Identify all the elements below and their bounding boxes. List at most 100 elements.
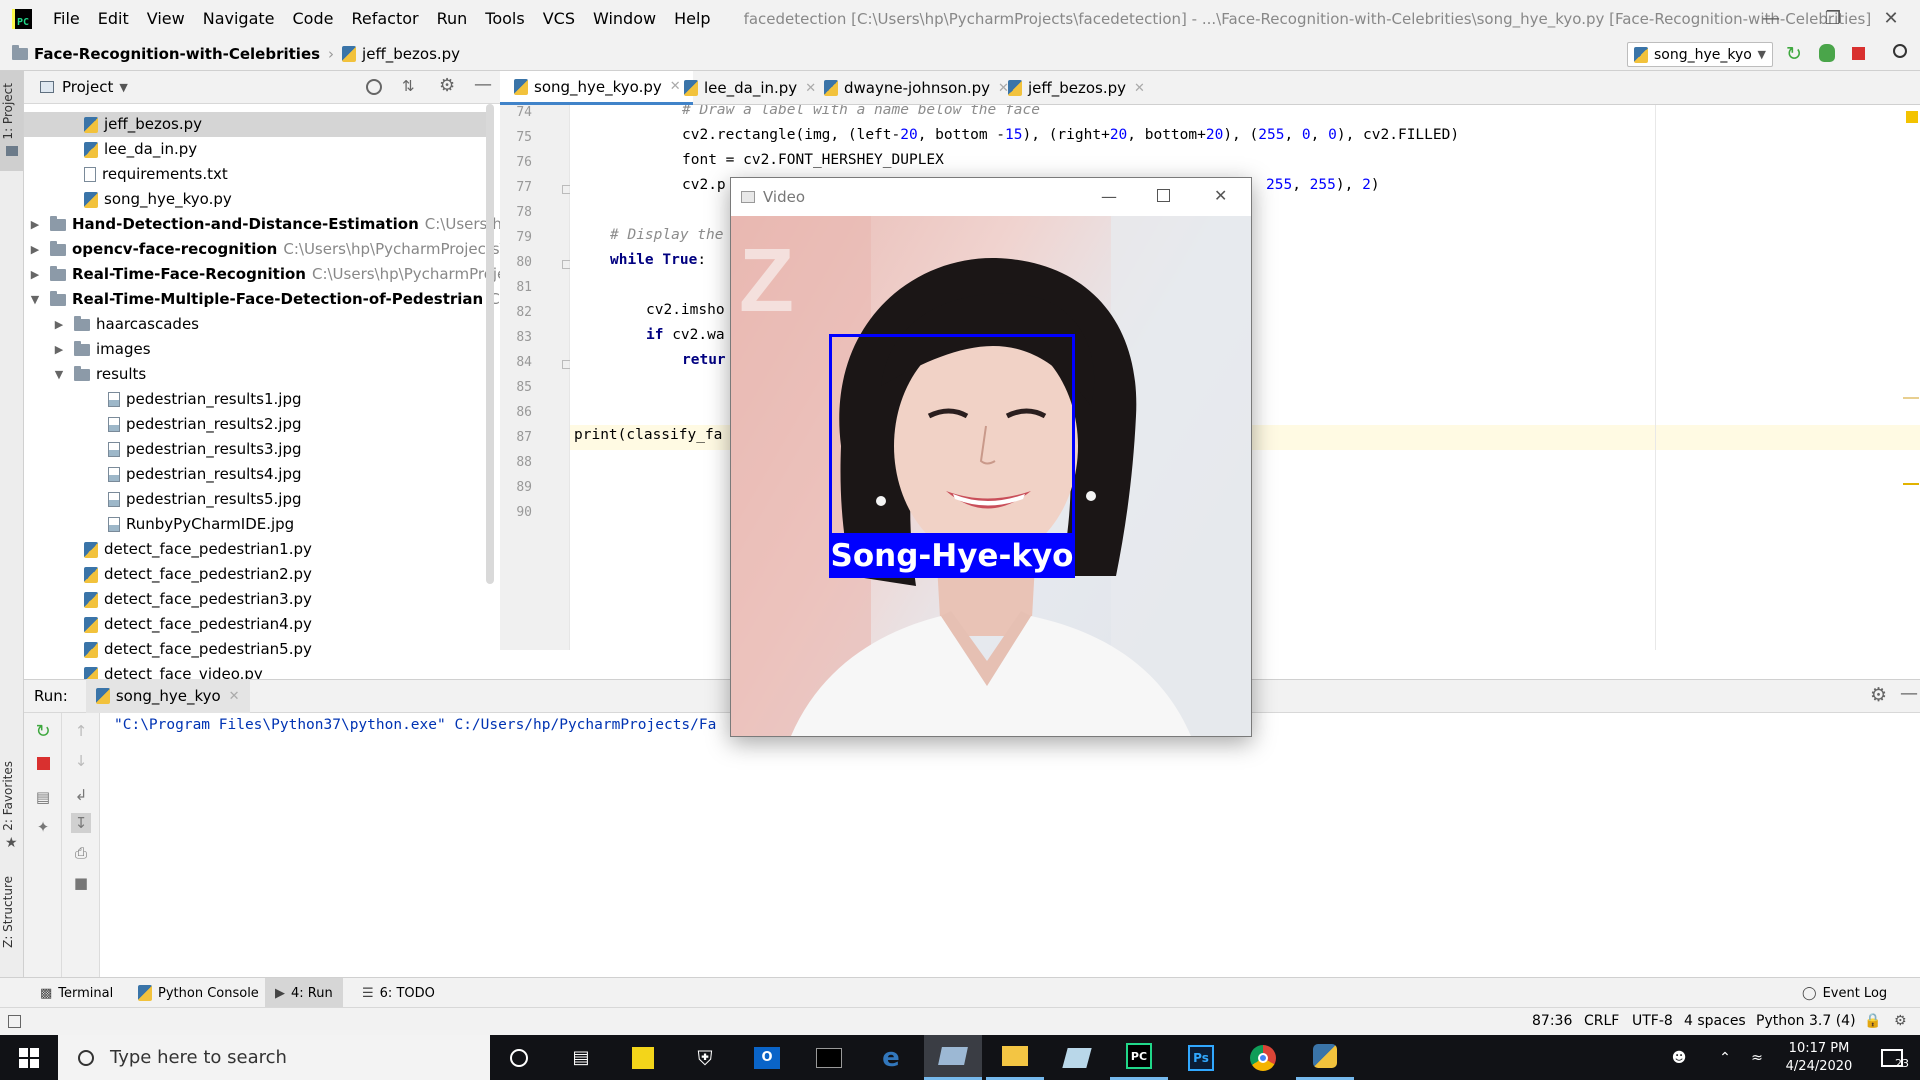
minimize-icon[interactable]: — <box>1101 187 1117 206</box>
tree-folder-pedestrian[interactable]: ▼ Real-Time-Multiple-Face-Detection-of-Pe… <box>28 287 500 312</box>
favorites-tool-tab[interactable]: 2: Favorites <box>1 761 15 831</box>
menu-help[interactable]: Help <box>665 0 719 37</box>
tab-lee-da-in[interactable]: lee_da_in.py ✕ <box>670 71 828 105</box>
menu-tools[interactable]: Tools <box>476 0 533 37</box>
rerun-icon[interactable]: ↻ <box>1786 43 1802 65</box>
arrow-up-icon[interactable]: ↑ <box>71 721 91 741</box>
scroll-to-end-icon[interactable]: ↧ <box>71 813 91 833</box>
gear-icon[interactable]: ⚙ <box>1870 684 1887 706</box>
chevron-right-icon[interactable]: ▶ <box>28 237 42 262</box>
menu-window[interactable]: Window <box>584 0 665 37</box>
tree-item-jeff-bezos[interactable]: jeff_bezos.py <box>84 112 202 137</box>
run-configuration-select[interactable]: song_hye_kyo ▼ <box>1627 42 1773 67</box>
taskbar-search-box[interactable]: Type here to search <box>58 1035 490 1080</box>
search-icon[interactable] <box>1893 44 1907 58</box>
tree-folder-images[interactable]: ▶ images <box>52 337 151 362</box>
notification-center-icon[interactable]: 23 <box>1870 1035 1914 1080</box>
collapse-all-icon[interactable]: ⇅ <box>402 77 415 95</box>
tree-scrollbar[interactable] <box>486 104 494 584</box>
stop-icon[interactable] <box>1852 47 1865 60</box>
run-tool-tab[interactable]: ▶ 4: Run <box>265 978 343 1008</box>
chevron-down-icon[interactable]: ▼ <box>119 81 127 94</box>
tree-item-pedestrian-results1[interactable]: pedestrian_results1.jpg <box>108 387 302 412</box>
python-icon[interactable] <box>1296 1035 1354 1080</box>
video-window-titlebar[interactable]: Video — ✕ <box>731 178 1251 216</box>
inspector-icon[interactable]: ⚙ <box>1894 1013 1907 1029</box>
tree-item-song-hye-kyo[interactable]: song_hye_kyo.py <box>84 187 232 212</box>
maximize-icon[interactable] <box>1157 189 1170 202</box>
inspection-warning-icon[interactable] <box>1906 111 1918 123</box>
python-console-tab[interactable]: Python Console <box>128 978 269 1008</box>
debug-icon[interactable] <box>1819 44 1835 62</box>
soft-wrap-icon[interactable]: ↲ <box>71 785 91 805</box>
outlook-icon[interactable]: O <box>738 1035 796 1080</box>
caret-position[interactable]: 87:36 <box>1532 1013 1572 1029</box>
menu-file[interactable]: File <box>44 0 89 37</box>
stop-icon[interactable] <box>33 753 53 773</box>
tree-folder-results[interactable]: ▼ results <box>52 362 147 387</box>
trash-icon[interactable]: ■ <box>71 873 91 893</box>
menu-edit[interactable]: Edit <box>89 0 138 37</box>
close-icon[interactable]: ✕ <box>229 689 240 704</box>
pin-icon[interactable]: ✦ <box>33 817 53 837</box>
chevron-up-icon[interactable]: ⌃ <box>1712 1035 1738 1080</box>
breadcrumb-project[interactable]: Face-Recognition-with-Celebrities <box>34 45 320 63</box>
print-icon[interactable]: ⎙ <box>71 843 91 863</box>
menu-vcs[interactable]: VCS <box>534 0 584 37</box>
edge-icon[interactable]: e <box>862 1035 920 1080</box>
tree-folder-haarcascades[interactable]: ▶ haarcascades <box>52 312 199 337</box>
terminal-tab[interactable]: ▩ Terminal <box>30 978 123 1008</box>
tab-jeff-bezos[interactable]: jeff_bezos.py ✕ <box>994 71 1157 105</box>
tab-song-hye-kyo[interactable]: song_hye_kyo.py ✕ <box>500 71 693 105</box>
people-icon[interactable]: ☻ <box>1662 1035 1696 1080</box>
tree-folder-hand-detection[interactable]: ▶ Hand-Detection-and-Distance-Estimation C… <box>28 212 500 237</box>
chevron-right-icon[interactable]: ▶ <box>52 337 66 362</box>
structure-tool-tab[interactable]: Z: Structure <box>1 876 15 948</box>
chevron-down-icon[interactable]: ▼ <box>28 287 42 312</box>
windows-start-icon[interactable] <box>0 1035 58 1080</box>
close-icon[interactable]: ✕ <box>1868 0 1914 37</box>
locate-icon[interactable] <box>366 79 382 95</box>
hide-icon[interactable]: — <box>474 74 492 95</box>
chevron-down-icon[interactable]: ▼ <box>52 362 66 387</box>
chevron-right-icon[interactable]: ▶ <box>28 212 42 237</box>
chevron-right-icon[interactable]: ▶ <box>52 312 66 337</box>
rerun-icon[interactable]: ↻ <box>33 721 53 742</box>
gear-icon[interactable]: ⚙ <box>439 75 455 96</box>
breadcrumb-file[interactable]: jeff_bezos.py <box>362 45 460 63</box>
tree-item-requirements[interactable]: requirements.txt <box>84 162 228 187</box>
lock-icon[interactable]: 🔒 <box>1864 1013 1881 1029</box>
menu-run[interactable]: Run <box>428 0 477 37</box>
layout-toggle-icon[interactable] <box>8 1015 21 1028</box>
paper-icon[interactable] <box>1048 1035 1106 1080</box>
python-interpreter[interactable]: Python 3.7 (4) <box>1756 1013 1856 1029</box>
clock[interactable]: 10:17 PM 4/24/2020 <box>1774 1035 1864 1080</box>
video-window[interactable]: Video — ✕ Z Song-Hye-kyo <box>730 177 1252 737</box>
wifi-icon[interactable]: ≈ <box>1742 1035 1772 1080</box>
minimize-icon[interactable]: — <box>1748 0 1794 37</box>
tree-item-pedestrian-results4[interactable]: pedestrian_results4.jpg <box>108 462 302 487</box>
menu-navigate[interactable]: Navigate <box>194 0 284 37</box>
event-log-tab[interactable]: ◯ Event Log <box>1792 978 1897 1008</box>
task-view-icon[interactable]: ▤ <box>552 1035 610 1080</box>
pycharm-icon[interactable]: PC <box>1110 1035 1168 1080</box>
close-icon[interactable]: ✕ <box>1214 186 1227 205</box>
run-tab[interactable]: song_hye_kyo ✕ <box>85 679 250 713</box>
indentation[interactable]: 4 spaces <box>1684 1013 1746 1029</box>
tree-item-pedestrian-results5[interactable]: pedestrian_results5.jpg <box>108 487 302 512</box>
file-explorer-icon[interactable] <box>986 1035 1044 1080</box>
menu-view[interactable]: View <box>138 0 194 37</box>
tree-item-lee-da-in[interactable]: lee_da_in.py <box>84 137 197 162</box>
layout-icon[interactable]: ▤ <box>33 787 53 807</box>
tree-item-pedestrian-results2[interactable]: pedestrian_results2.jpg <box>108 412 302 437</box>
tree-item-pedestrian-results3[interactable]: pedestrian_results3.jpg <box>108 437 302 462</box>
cortana-icon[interactable] <box>490 1035 548 1080</box>
tree-folder-real-time-face[interactable]: ▶ Real-Time-Face-Recognition C:\Users\hp\P… <box>28 262 500 287</box>
line-separator[interactable]: CRLF <box>1584 1013 1619 1029</box>
hide-icon[interactable]: — <box>1900 683 1918 704</box>
tree-item-detect-face-video[interactable]: detect_face_video.py <box>84 662 263 679</box>
chrome-icon[interactable] <box>1234 1035 1292 1080</box>
terminal-icon[interactable] <box>800 1035 858 1080</box>
arrow-down-icon[interactable]: ↓ <box>71 751 91 771</box>
run-console[interactable]: "C:\Program Files\Python37\python.exe" C… <box>100 713 1920 977</box>
